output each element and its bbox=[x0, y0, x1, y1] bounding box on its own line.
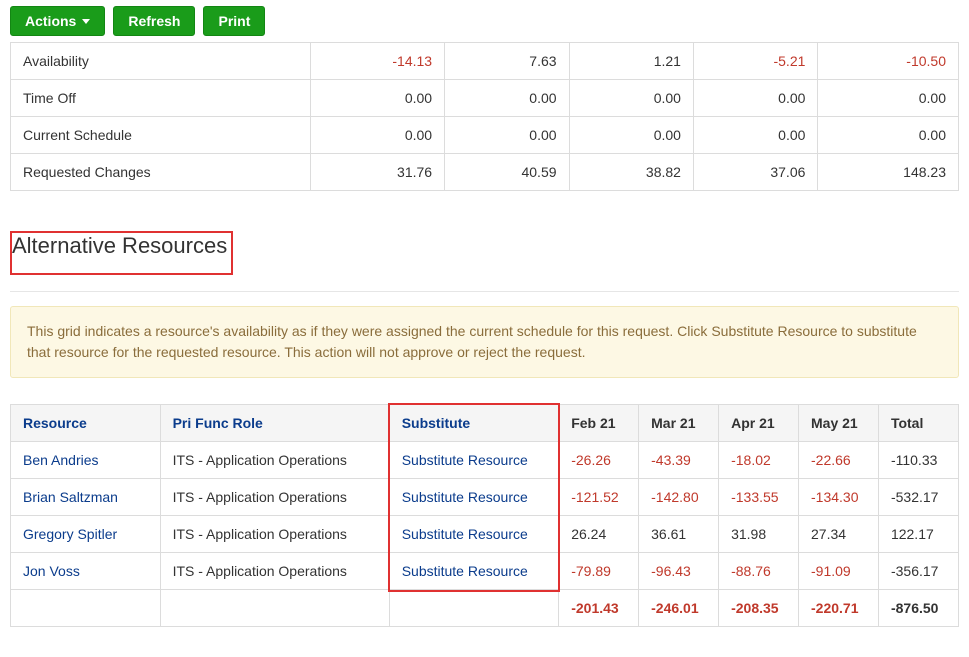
resource-link[interactable]: Gregory Spitler bbox=[11, 516, 161, 553]
refresh-label: Refresh bbox=[128, 13, 180, 29]
table-row: Brian SaltzmanITS - Application Operatio… bbox=[11, 479, 959, 516]
actions-label: Actions bbox=[25, 13, 76, 29]
alt-table-wrap: Resource Pri Func Role Substitute Feb 21… bbox=[10, 404, 959, 627]
value-cell: -96.43 bbox=[639, 553, 719, 590]
role-cell: ITS - Application Operations bbox=[160, 479, 389, 516]
summary-row: Availability-14.137.631.21-5.21-10.50 bbox=[11, 43, 959, 80]
summary-label: Time Off bbox=[11, 80, 311, 117]
summary-value: 40.59 bbox=[445, 154, 569, 191]
summary-value: -5.21 bbox=[693, 43, 817, 80]
summary-value: 7.63 bbox=[445, 43, 569, 80]
value-cell: 122.17 bbox=[878, 516, 958, 553]
value-cell: -79.89 bbox=[559, 553, 639, 590]
value-cell: 27.34 bbox=[799, 516, 879, 553]
value-cell: -26.26 bbox=[559, 442, 639, 479]
resource-link[interactable]: Brian Saltzman bbox=[11, 479, 161, 516]
totals-value: -201.43 bbox=[559, 590, 639, 627]
value-cell: 36.61 bbox=[639, 516, 719, 553]
empty-cell bbox=[389, 590, 559, 627]
summary-value: 0.00 bbox=[693, 117, 817, 154]
summary-value: 0.00 bbox=[445, 117, 569, 154]
value-cell: -110.33 bbox=[878, 442, 958, 479]
value-cell: -133.55 bbox=[719, 479, 799, 516]
summary-row: Requested Changes31.7640.5938.8237.06148… bbox=[11, 154, 959, 191]
resource-link[interactable]: Ben Andries bbox=[11, 442, 161, 479]
col-may[interactable]: May 21 bbox=[799, 405, 879, 442]
totals-value: -246.01 bbox=[639, 590, 719, 627]
table-row: Jon VossITS - Application OperationsSubs… bbox=[11, 553, 959, 590]
substitute-resource-link[interactable]: Substitute Resource bbox=[389, 553, 559, 590]
summary-value: 0.00 bbox=[569, 117, 693, 154]
summary-row: Time Off0.000.000.000.000.00 bbox=[11, 80, 959, 117]
substitute-resource-link[interactable]: Substitute Resource bbox=[389, 479, 559, 516]
summary-value: 0.00 bbox=[818, 80, 959, 117]
table-row: Ben AndriesITS - Application OperationsS… bbox=[11, 442, 959, 479]
summary-value: 0.00 bbox=[445, 80, 569, 117]
totals-value: -876.50 bbox=[878, 590, 958, 627]
col-feb[interactable]: Feb 21 bbox=[559, 405, 639, 442]
col-substitute[interactable]: Substitute bbox=[389, 405, 559, 442]
section-title: Alternative Resources bbox=[12, 233, 227, 259]
table-row: Gregory SpitlerITS - Application Operati… bbox=[11, 516, 959, 553]
substitute-resource-link[interactable]: Substitute Resource bbox=[389, 442, 559, 479]
refresh-button[interactable]: Refresh bbox=[113, 6, 195, 36]
role-cell: ITS - Application Operations bbox=[160, 553, 389, 590]
summary-value: 0.00 bbox=[311, 117, 445, 154]
table-header-row: Resource Pri Func Role Substitute Feb 21… bbox=[11, 405, 959, 442]
summary-value: 1.21 bbox=[569, 43, 693, 80]
alt-resources-table: Resource Pri Func Role Substitute Feb 21… bbox=[10, 404, 959, 627]
summary-value: 0.00 bbox=[311, 80, 445, 117]
actions-button[interactable]: Actions bbox=[10, 6, 105, 36]
value-cell: -134.30 bbox=[799, 479, 879, 516]
substitute-resource-link[interactable]: Substitute Resource bbox=[389, 516, 559, 553]
summary-value: 0.00 bbox=[693, 80, 817, 117]
value-cell: -18.02 bbox=[719, 442, 799, 479]
empty-cell bbox=[11, 590, 161, 627]
empty-cell bbox=[160, 590, 389, 627]
value-cell: -356.17 bbox=[878, 553, 958, 590]
summary-value: -14.13 bbox=[311, 43, 445, 80]
summary-value: 0.00 bbox=[569, 80, 693, 117]
totals-value: -220.71 bbox=[799, 590, 879, 627]
role-cell: ITS - Application Operations bbox=[160, 516, 389, 553]
resource-link[interactable]: Jon Voss bbox=[11, 553, 161, 590]
role-cell: ITS - Application Operations bbox=[160, 442, 389, 479]
value-cell: 31.98 bbox=[719, 516, 799, 553]
col-total[interactable]: Total bbox=[878, 405, 958, 442]
print-label: Print bbox=[218, 13, 250, 29]
value-cell: -88.76 bbox=[719, 553, 799, 590]
summary-value: 148.23 bbox=[818, 154, 959, 191]
value-cell: -121.52 bbox=[559, 479, 639, 516]
value-cell: -43.39 bbox=[639, 442, 719, 479]
divider bbox=[10, 291, 959, 292]
toolbar: Actions Refresh Print bbox=[0, 0, 969, 42]
totals-value: -208.35 bbox=[719, 590, 799, 627]
summary-value: -10.50 bbox=[818, 43, 959, 80]
col-mar[interactable]: Mar 21 bbox=[639, 405, 719, 442]
chevron-down-icon bbox=[82, 19, 90, 24]
value-cell: -142.80 bbox=[639, 479, 719, 516]
value-cell: -22.66 bbox=[799, 442, 879, 479]
col-apr[interactable]: Apr 21 bbox=[719, 405, 799, 442]
summary-value: 0.00 bbox=[818, 117, 959, 154]
value-cell: 26.24 bbox=[559, 516, 639, 553]
section-title-highlight: Alternative Resources bbox=[10, 231, 233, 275]
summary-value: 31.76 bbox=[311, 154, 445, 191]
summary-value: 38.82 bbox=[569, 154, 693, 191]
print-button[interactable]: Print bbox=[203, 6, 265, 36]
summary-value: 37.06 bbox=[693, 154, 817, 191]
value-cell: -91.09 bbox=[799, 553, 879, 590]
summary-label: Current Schedule bbox=[11, 117, 311, 154]
value-cell: -532.17 bbox=[878, 479, 958, 516]
info-banner: This grid indicates a resource's availab… bbox=[10, 306, 959, 378]
totals-row: -201.43-246.01-208.35-220.71-876.50 bbox=[11, 590, 959, 627]
col-resource[interactable]: Resource bbox=[11, 405, 161, 442]
summary-row: Current Schedule0.000.000.000.000.00 bbox=[11, 117, 959, 154]
summary-label: Requested Changes bbox=[11, 154, 311, 191]
summary-label: Availability bbox=[11, 43, 311, 80]
col-role[interactable]: Pri Func Role bbox=[160, 405, 389, 442]
summary-table: Availability-14.137.631.21-5.21-10.50Tim… bbox=[10, 42, 959, 191]
